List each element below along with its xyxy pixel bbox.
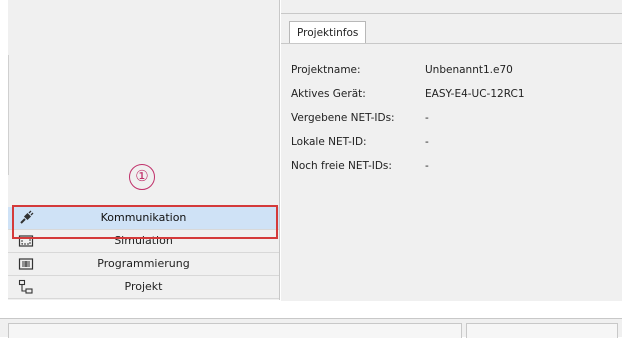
info-value: -	[425, 160, 429, 172]
info-label: Lokale NET-ID:	[291, 136, 367, 148]
project-tree-icon	[18, 279, 33, 294]
info-label: Vergebene NET-IDs:	[291, 112, 395, 124]
info-label: Projektname:	[291, 64, 361, 76]
simulation-icon	[18, 235, 34, 247]
nav-item-label: Kommunikation	[100, 211, 187, 224]
tab-projektinfos[interactable]: Projektinfos	[289, 21, 367, 44]
info-value: -	[425, 136, 429, 148]
nav-item-simulation[interactable]: Simulation	[8, 230, 279, 253]
panel-divider	[281, 13, 622, 14]
nav-item-label: Programmierung	[97, 257, 190, 270]
info-value: Unbenannt1.e70	[425, 64, 513, 76]
info-label: Aktives Gerät:	[291, 88, 366, 100]
nav-item-label: Simulation	[114, 234, 173, 247]
info-value: -	[425, 112, 429, 124]
connection-plug-icon	[20, 210, 34, 224]
navigation-list: Kommunikation Simulation Programmierung …	[8, 207, 279, 299]
nav-item-label: Projekt	[124, 280, 163, 293]
tab-content: Projektname: Unbenannt1.e70 Aktives Gerä…	[281, 43, 622, 301]
programming-icon	[18, 258, 34, 270]
nav-item-kommunikation[interactable]: Kommunikation	[8, 207, 279, 230]
info-label: Noch freie NET-IDs:	[291, 160, 392, 172]
nav-item-programmierung[interactable]: Programmierung	[8, 253, 279, 276]
nav-item-projekt[interactable]: Projekt	[8, 276, 279, 299]
project-info-panel: Projektinfos Projektname: Unbenannt1.e70…	[281, 0, 622, 301]
status-bar	[0, 318, 622, 338]
info-value: EASY-E4-UC-12RC1	[425, 88, 525, 100]
step-marker: ①	[129, 164, 155, 190]
